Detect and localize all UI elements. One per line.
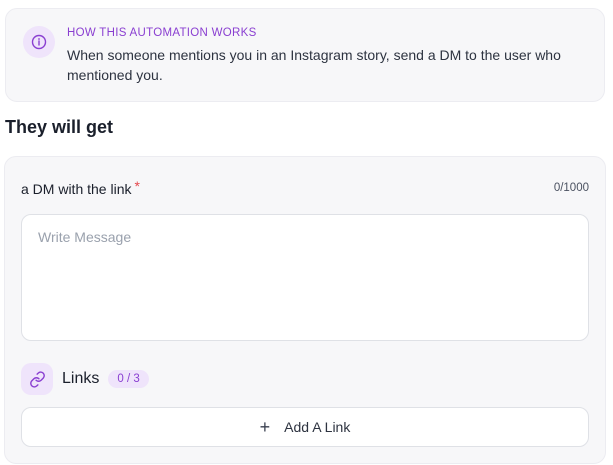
info-description: When someone mentions you in an Instagra…	[67, 47, 561, 83]
char-counter: 0/1000	[553, 182, 589, 194]
links-count-badge: 0 / 3	[108, 370, 149, 388]
message-input[interactable]	[21, 214, 589, 341]
dm-label-text: a DM with the link	[21, 181, 132, 197]
section-heading: They will get	[5, 117, 114, 137]
dm-card: a DM with the link* 0/1000 Links 0 / 3 +…	[4, 156, 606, 464]
link-icon	[21, 363, 53, 395]
add-link-label: Add A Link	[284, 419, 351, 435]
info-icon	[23, 26, 55, 58]
plus-icon: +	[259, 417, 271, 437]
add-link-button[interactable]: + Add A Link	[21, 407, 589, 447]
links-label: Links	[62, 370, 100, 387]
dm-label: a DM with the link *	[21, 178, 140, 197]
required-mark: *	[134, 178, 140, 194]
info-title: HOW THIS AUTOMATION WORKS	[67, 27, 257, 39]
links-header: Links 0 / 3	[21, 363, 149, 395]
automation-info-box: HOW THIS AUTOMATION WORKS When someone m…	[5, 8, 605, 102]
